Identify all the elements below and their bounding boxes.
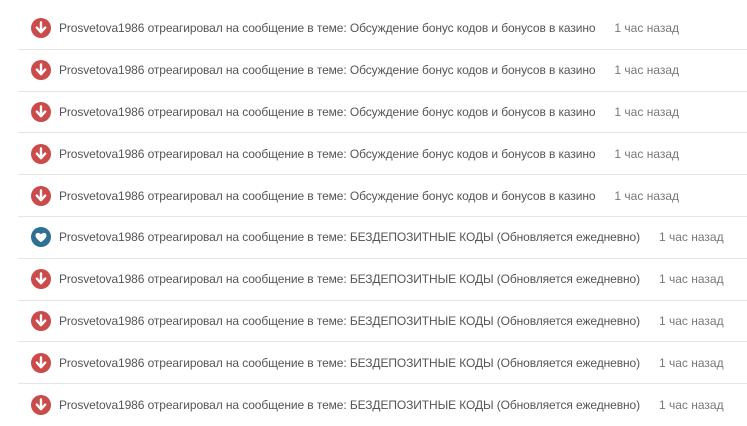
- timestamp: 1 час назад: [658, 230, 724, 245]
- topic-link[interactable]: БЕЗДЕПОЗИТНЫЕ КОДЫ (Обновляется ежедневн…: [350, 356, 640, 370]
- topic-link[interactable]: Обсуждение бонус кодов и бонусов в казин…: [350, 189, 596, 203]
- downvote-icon: [31, 185, 51, 206]
- timestamp: 1 час назад: [658, 272, 724, 287]
- activity-item: Prosvetova1986 отреагировал на сообщение…: [18, 133, 747, 176]
- activity-text: Prosvetova1986 отреагировал на сообщение…: [59, 104, 596, 119]
- user-link[interactable]: Prosvetova1986: [59, 356, 144, 370]
- activity-item: Prosvetova1986 отреагировал на сообщение…: [18, 384, 747, 426]
- user-link[interactable]: Prosvetova1986: [59, 314, 144, 328]
- timestamp: 1 час назад: [614, 21, 680, 36]
- activity-item: Prosvetova1986 отреагировал на сообщение…: [18, 50, 747, 92]
- user-link[interactable]: Prosvetova1986: [59, 189, 144, 203]
- timestamp: 1 час назад: [614, 104, 680, 119]
- activity-text: Prosvetova1986 отреагировал на сообщение…: [59, 272, 640, 286]
- downvote-icon: [31, 269, 51, 290]
- action-text: отреагировал на сообщение в теме:: [147, 63, 347, 78]
- downvote-icon: [31, 395, 51, 416]
- topic-link[interactable]: БЕЗДЕПОЗИТНЫЕ КОДЫ (Обновляется ежедневн…: [350, 272, 640, 286]
- timestamp: 1 час назад: [658, 355, 724, 370]
- activity-item: Prosvetova1986 отреагировал на сообщение…: [18, 342, 747, 385]
- downvote-icon: [31, 101, 51, 122]
- activity-text: Prosvetova1986 отреагировал на сообщение…: [59, 398, 640, 412]
- activity-text: Prosvetova1986 отреагировал на сообщение…: [59, 314, 640, 328]
- topic-link[interactable]: Обсуждение бонус кодов и бонусов в казин…: [350, 63, 596, 77]
- action-text: отреагировал на сообщение в теме:: [147, 230, 347, 245]
- activity-item: Prosvetova1986 отреагировал на сообщение…: [18, 8, 747, 50]
- activity-item: Prosvetova1986 отреагировал на сообщение…: [18, 92, 747, 134]
- activity-item: Prosvetova1986 отреагировал на сообщение…: [18, 259, 747, 301]
- timestamp: 1 час назад: [658, 313, 724, 328]
- user-link[interactable]: Prosvetova1986: [59, 21, 144, 35]
- activity-text: Prosvetova1986 отреагировал на сообщение…: [59, 21, 596, 36]
- activity-text: Prosvetova1986 отреагировал на сообщение…: [59, 63, 596, 78]
- downvote-icon: [31, 143, 51, 164]
- user-link[interactable]: Prosvetova1986: [59, 105, 144, 119]
- activity-text: Prosvetova1986 отреагировал на сообщение…: [59, 188, 596, 203]
- action-text: отреагировал на сообщение в теме:: [147, 21, 347, 36]
- downvote-icon: [31, 60, 51, 81]
- user-link[interactable]: Prosvetova1986: [59, 272, 144, 286]
- timestamp: 1 час назад: [614, 188, 680, 203]
- action-text: отреагировал на сообщение в теме:: [147, 188, 347, 203]
- topic-link[interactable]: БЕЗДЕПОЗИТНЫЕ КОДЫ (Обновляется ежедневн…: [350, 314, 640, 328]
- heart-icon: [31, 227, 51, 248]
- user-link[interactable]: Prosvetova1986: [59, 63, 144, 77]
- topic-link[interactable]: Обсуждение бонус кодов и бонусов в казин…: [350, 105, 596, 119]
- activity-text: Prosvetova1986 отреагировал на сообщение…: [59, 356, 640, 370]
- topic-link[interactable]: Обсуждение бонус кодов и бонусов в казин…: [350, 21, 596, 35]
- activity-text: Prosvetova1986 отреагировал на сообщение…: [59, 230, 640, 244]
- user-link[interactable]: Prosvetova1986: [59, 147, 144, 161]
- topic-link[interactable]: БЕЗДЕПОЗИТНЫЕ КОДЫ (Обновляется ежедневн…: [350, 230, 640, 244]
- timestamp: 1 час назад: [658, 398, 724, 413]
- downvote-icon: [31, 18, 51, 39]
- activity-item: Prosvetova1986 отреагировал на сообщение…: [18, 175, 747, 217]
- activity-text: Prosvetova1986 отреагировал на сообщение…: [59, 146, 596, 161]
- action-text: отреагировал на сообщение в теме:: [147, 146, 347, 161]
- user-link[interactable]: Prosvetova1986: [59, 230, 144, 244]
- action-text: отреагировал на сообщение в теме:: [147, 104, 347, 119]
- action-text: отреагировал на сообщение в теме:: [147, 355, 347, 370]
- action-text: отреагировал на сообщение в теме:: [147, 398, 347, 413]
- user-link[interactable]: Prosvetova1986: [59, 398, 144, 412]
- activity-item: Prosvetova1986 отреагировал на сообщение…: [18, 217, 747, 259]
- action-text: отреагировал на сообщение в теме:: [147, 272, 347, 287]
- activity-feed: Prosvetova1986 отреагировал на сообщение…: [18, 8, 747, 426]
- timestamp: 1 час назад: [614, 146, 680, 161]
- downvote-icon: [31, 310, 51, 331]
- downvote-icon: [31, 352, 51, 373]
- topic-link[interactable]: Обсуждение бонус кодов и бонусов в казин…: [350, 147, 596, 161]
- topic-link[interactable]: БЕЗДЕПОЗИТНЫЕ КОДЫ (Обновляется ежедневн…: [350, 398, 640, 412]
- timestamp: 1 час назад: [614, 63, 680, 78]
- activity-item: Prosvetova1986 отреагировал на сообщение…: [18, 301, 747, 343]
- action-text: отреагировал на сообщение в теме:: [147, 313, 347, 328]
